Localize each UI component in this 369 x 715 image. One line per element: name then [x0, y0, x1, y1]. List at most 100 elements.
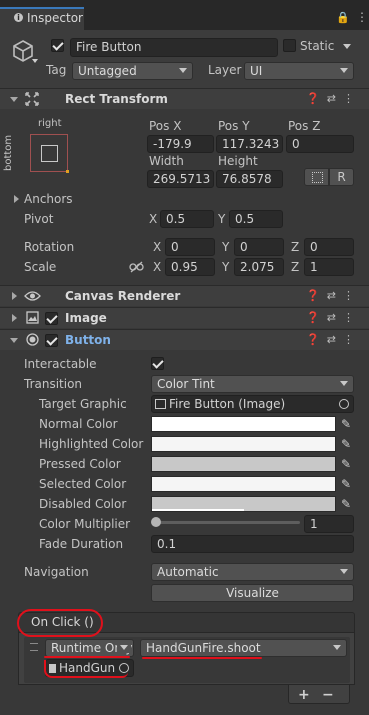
object-picker-icon[interactable]: [339, 399, 349, 409]
target-graphic-field[interactable]: Fire Button (Image): [151, 395, 354, 413]
layer-dropdown[interactable]: UI: [244, 62, 354, 80]
function-dropdown[interactable]: HandGunFire.shoot: [140, 639, 347, 657]
remove-event-button[interactable]: −: [322, 687, 334, 703]
rot-y-label: Y: [222, 240, 230, 254]
color-multiplier-label: Color Multiplier: [39, 517, 131, 531]
canvas-renderer-header[interactable]: Canvas Renderer ❓⇄⋮: [0, 285, 369, 306]
height-label: Height: [218, 154, 258, 168]
width-label: Width: [149, 154, 184, 168]
component-header-icons[interactable]: ❓⇄⋮: [306, 333, 361, 346]
add-event-button[interactable]: +: [298, 687, 310, 703]
anchor-preset-button[interactable]: [30, 134, 69, 173]
kebab-menu-icon[interactable]: ⋮: [356, 10, 368, 24]
pivot-y-label: Y: [218, 212, 226, 226]
gameobject-name-input[interactable]: Fire Button: [70, 38, 278, 57]
anchors-label: Anchors: [24, 192, 73, 206]
constrain-proportions-icon[interactable]: [129, 261, 144, 273]
rect-transform-icon: [25, 92, 39, 106]
anchor-preset-inner-rect: [41, 145, 58, 162]
rot-z-input[interactable]: 0: [304, 238, 354, 256]
height-input[interactable]: 76.8578: [216, 170, 283, 188]
inspector-tab[interactable]: i Inspector: [0, 7, 84, 30]
rect-transform-title: Rect Transform: [65, 92, 168, 106]
annotation-underline-object: [44, 660, 128, 678]
annotation-underline-function: [142, 657, 262, 659]
eyedropper-icon[interactable]: ✎: [338, 476, 354, 492]
tab-title: Inspector: [27, 11, 83, 25]
navigation-label: Navigation: [24, 565, 89, 579]
scale-x-input[interactable]: 0.95: [165, 258, 215, 276]
foldout-arrow-icon: [12, 314, 17, 322]
image-header[interactable]: Image ❓⇄⋮: [0, 307, 369, 328]
transition-dropdown[interactable]: Color Tint: [151, 375, 354, 393]
anchor-preset-dot: [66, 170, 69, 173]
selected-color-label: Selected Color: [39, 477, 127, 491]
posz-input[interactable]: 0: [286, 135, 354, 153]
drag-handle-icon[interactable]: [30, 643, 38, 651]
transition-label: Transition: [24, 377, 83, 391]
selected-color-swatch[interactable]: [151, 476, 336, 492]
component-header-icons[interactable]: ❓⇄⋮: [306, 289, 361, 302]
lock-icon[interactable]: 🔒: [336, 11, 350, 24]
rot-x-input[interactable]: 0: [165, 238, 215, 256]
active-checkbox[interactable]: [51, 39, 64, 52]
eyedropper-icon[interactable]: ✎: [338, 496, 354, 512]
normal-color-label: Normal Color: [39, 417, 118, 431]
interactable-checkbox[interactable]: [151, 357, 164, 370]
eyedropper-icon[interactable]: ✎: [338, 456, 354, 472]
gameobject-icon-dropdown-icon[interactable]: [32, 59, 38, 63]
static-dropdown-icon[interactable]: [343, 44, 351, 49]
posy-input[interactable]: 117.3243: [216, 135, 283, 153]
static-label: Static: [300, 39, 335, 53]
button-component-header[interactable]: Button ❓⇄⋮: [0, 329, 369, 350]
interactable-label: Interactable: [24, 357, 97, 371]
disabled-color-label: Disabled Color: [39, 497, 127, 511]
chevron-down-icon: [179, 68, 187, 73]
rect-transform-header[interactable]: Rect Transform ❓⇄⋮: [0, 88, 369, 109]
info-icon: i: [14, 13, 23, 22]
navigation-dropdown[interactable]: Automatic: [151, 563, 354, 581]
canvas-renderer-title: Canvas Renderer: [65, 289, 181, 303]
highlighted-color-swatch[interactable]: [151, 436, 336, 452]
tag-value: Untagged: [78, 64, 137, 78]
scale-y-input[interactable]: 2.075: [234, 258, 284, 276]
function-value: HandGunFire.shoot: [146, 641, 261, 655]
anchors-foldout-icon[interactable]: [14, 195, 19, 203]
image-enabled-checkbox[interactable]: [45, 312, 58, 325]
eyedropper-icon[interactable]: ✎: [338, 416, 354, 432]
color-multiplier-input[interactable]: 1: [304, 515, 354, 533]
scale-z-input[interactable]: 1: [304, 258, 354, 276]
component-header-icons[interactable]: ❓⇄⋮: [306, 92, 361, 105]
pressed-color-swatch[interactable]: [151, 456, 336, 472]
navigation-value: Automatic: [157, 565, 219, 579]
pressed-color-label: Pressed Color: [39, 457, 121, 471]
transition-value: Color Tint: [157, 377, 215, 391]
tag-dropdown[interactable]: Untagged: [72, 62, 193, 80]
disabled-color-swatch[interactable]: [151, 496, 336, 512]
foldout-arrow-icon: [12, 292, 17, 300]
eyedropper-icon[interactable]: ✎: [338, 436, 354, 452]
chevron-down-icon: [340, 68, 348, 73]
width-input[interactable]: 269.5713: [147, 170, 214, 188]
fade-duration-input[interactable]: 0.1: [151, 535, 354, 553]
raw-edit-button[interactable]: R: [329, 168, 354, 186]
posx-label: Pos X: [149, 119, 182, 133]
color-multiplier-slider-track[interactable]: [155, 521, 300, 524]
layer-value: UI: [250, 64, 263, 78]
pivot-x-input[interactable]: 0.5: [160, 210, 214, 228]
pivot-y-input[interactable]: 0.5: [229, 210, 283, 228]
component-header-icons[interactable]: ❓⇄⋮: [306, 311, 361, 324]
rot-x-label: X: [153, 240, 162, 254]
button-enabled-checkbox[interactable]: [45, 334, 58, 347]
static-checkbox[interactable]: [283, 39, 296, 52]
foldout-arrow-icon: [10, 338, 18, 343]
pivot-x-label: X: [149, 212, 158, 226]
blueprint-mode-button[interactable]: [304, 168, 329, 186]
visualize-button[interactable]: Visualize: [151, 584, 354, 602]
normal-color-swatch[interactable]: [151, 416, 336, 432]
target-graphic-value: Fire Button (Image): [169, 397, 286, 411]
posx-input[interactable]: -179.9: [147, 135, 214, 153]
runtime-dropdown[interactable]: Runtime Only: [45, 639, 134, 657]
color-multiplier-slider-thumb[interactable]: [151, 517, 161, 527]
rot-y-input[interactable]: 0: [234, 238, 284, 256]
